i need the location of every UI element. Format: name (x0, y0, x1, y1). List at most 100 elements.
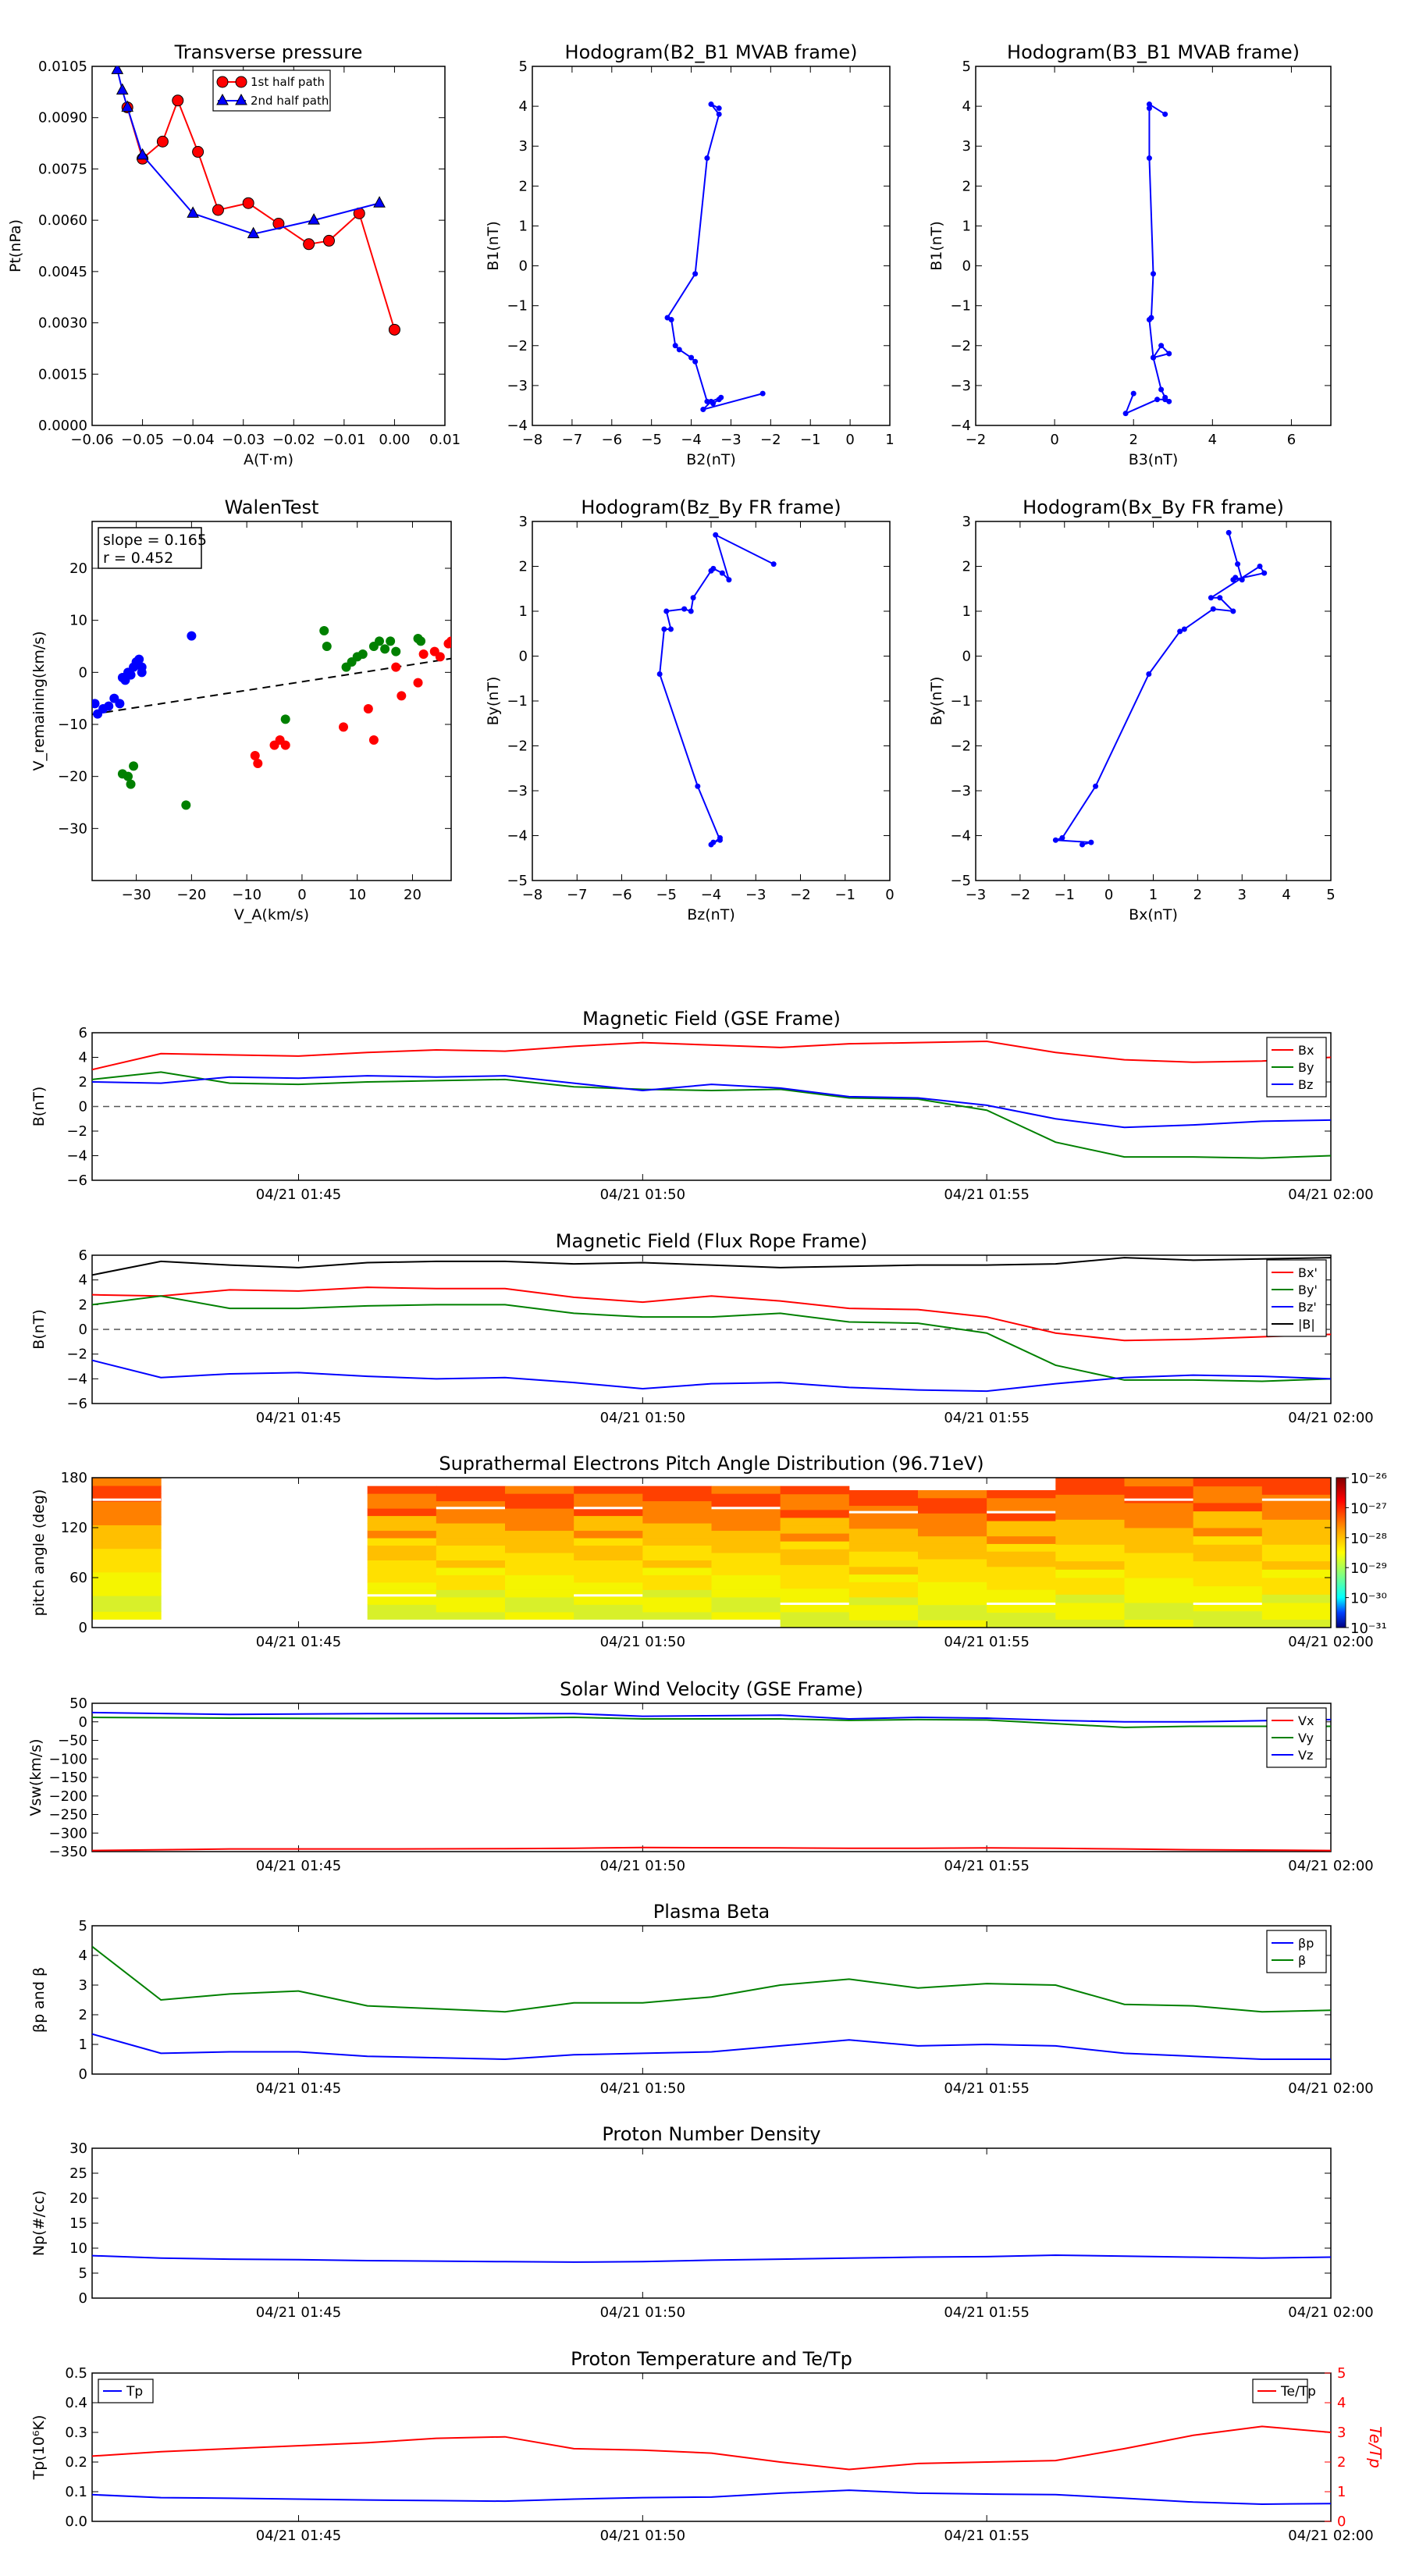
x-tick-label: −0.03 (222, 432, 265, 448)
y-tick-label: −2 (507, 338, 528, 354)
series-vz-line (92, 1711, 1331, 1723)
y-tick-label: 20 (69, 2190, 87, 2207)
y-tick-label: −2 (950, 738, 971, 755)
chart-pitch-angle-distribution: Suprathermal Electrons Pitch Angle Distr… (30, 1453, 1387, 1650)
y-tick-label: 3 (79, 1977, 87, 1994)
heatmap-cell (780, 1557, 850, 1565)
heatmap-cell (505, 1553, 574, 1560)
heatmap-cell (436, 1515, 506, 1524)
data-point (668, 317, 674, 323)
heatmap-cell (92, 1517, 162, 1525)
data-point (716, 111, 722, 117)
heatmap-cell (505, 1523, 574, 1532)
y-tick-label: 0 (79, 1714, 87, 1731)
y-axis-label: Pt(nPa) (7, 219, 24, 272)
heatmap-cell (92, 1588, 162, 1596)
data-point (104, 701, 114, 711)
data-point (1162, 397, 1168, 403)
heatmap-cell (436, 1538, 506, 1546)
x-tick-label: 5 (1326, 887, 1335, 903)
plot-area (92, 1041, 1331, 1159)
heatmap-cell (92, 1532, 162, 1542)
heatmap-cell (848, 1574, 919, 1582)
y-tick-label: −3 (507, 378, 528, 394)
data-point (716, 105, 722, 112)
heatmap-cell (367, 1530, 437, 1539)
series-tp-line (92, 2489, 1331, 2505)
legend-label: Bx' (1298, 1265, 1318, 1280)
heatmap-cell (918, 1490, 987, 1499)
x-tick-label: 04/21 01:45 (256, 1634, 341, 1650)
legend-label: Tp (126, 2384, 143, 2400)
heatmap-cell (780, 1580, 850, 1589)
chart-title: Transverse pressure (174, 41, 363, 63)
heatmap-cell (574, 1604, 643, 1613)
y-tick-label: −30 (58, 820, 87, 837)
heatmap-cell (505, 1530, 574, 1539)
y-tick-label: −250 (49, 1807, 87, 1823)
heatmap-cell (780, 1525, 850, 1534)
series-tp (92, 2489, 1331, 2505)
x-tick-label: −0.05 (121, 432, 164, 448)
heatmap-cell (918, 1497, 987, 1507)
heatmap-cell (1124, 1478, 1194, 1487)
y-tick-label: −1 (950, 693, 971, 710)
series-0 (1052, 529, 1268, 848)
heatmap-cell (505, 1545, 574, 1553)
x-tick-label: 04/21 01:50 (600, 1410, 685, 1426)
heatmap-cell (1261, 1503, 1331, 1512)
heatmap-cell (780, 1541, 850, 1550)
series-0 (92, 2254, 1331, 2263)
y-tick-label: −50 (58, 1733, 87, 1749)
y-tick-label: −350 (49, 1844, 87, 1860)
plot-frame (532, 521, 891, 881)
legend-marker (216, 76, 229, 88)
x-tick-label: 0 (1104, 887, 1113, 903)
heatmap-cell (505, 1485, 574, 1494)
data-point (1261, 570, 1268, 576)
x-tick-label: −3 (720, 432, 742, 448)
heatmap-cell (505, 1500, 574, 1509)
heatmap-cell (92, 1596, 162, 1604)
y-tick-label: 6 (79, 1025, 87, 1041)
heatmap-cell (1193, 1578, 1263, 1587)
y-tick-label: −6 (66, 1172, 87, 1189)
heatmap-cell (1261, 1510, 1331, 1520)
y-axis-label: pitch angle (deg) (30, 1489, 48, 1617)
heatmap-cell (1055, 1494, 1125, 1503)
heatmap-gap (848, 1510, 918, 1514)
y-tick-label: 4 (79, 1948, 87, 1964)
heatmap-cell (436, 1611, 506, 1620)
heatmap-cell (1193, 1544, 1263, 1553)
heatmap-cell (848, 1612, 919, 1621)
y-tick-label: 20 (69, 560, 87, 577)
heatmap-cell (1193, 1560, 1263, 1570)
data-point (375, 636, 384, 646)
heatmap-cell (918, 1604, 987, 1613)
y-tick-label: 0.2 (65, 2454, 87, 2471)
heatmap-cell (1193, 1610, 1263, 1620)
x-tick-label: −2 (760, 432, 781, 448)
heatmap-cell (1124, 1528, 1194, 1537)
heatmap-cell (711, 1523, 781, 1532)
chart-proton-number-density: Proton Number Density 0 5 10 15 20 25 30 04/21 0… (30, 2123, 1374, 2321)
heatmap-cell (1055, 1544, 1125, 1553)
heatmap-cell (987, 1604, 1056, 1613)
heatmap-cell (436, 1596, 506, 1605)
y-tick-label: 5 (519, 59, 528, 75)
heatmap-cell (848, 1490, 919, 1499)
y-tick-label: 1 (79, 2037, 87, 2053)
chart-proton-temperature: Proton Temperature and Te/Tp 0.0 0.1 0.2 0.3… (30, 2348, 1385, 2544)
heatmap-cell (711, 1611, 781, 1620)
heatmap-cell (642, 1604, 712, 1613)
data-point (708, 101, 714, 108)
data-point (726, 577, 732, 583)
colorbar-tick-label: 10⁻²⁶ (1350, 1471, 1387, 1487)
heatmap-cell (436, 1560, 506, 1568)
heatmap-cell (1055, 1553, 1125, 1562)
heatmap-cell (1193, 1503, 1263, 1512)
y-tick-label: −4 (66, 1371, 87, 1387)
plot-area (92, 626, 451, 810)
heatmap-cell (848, 1497, 919, 1507)
heatmap-cell (92, 1579, 162, 1589)
